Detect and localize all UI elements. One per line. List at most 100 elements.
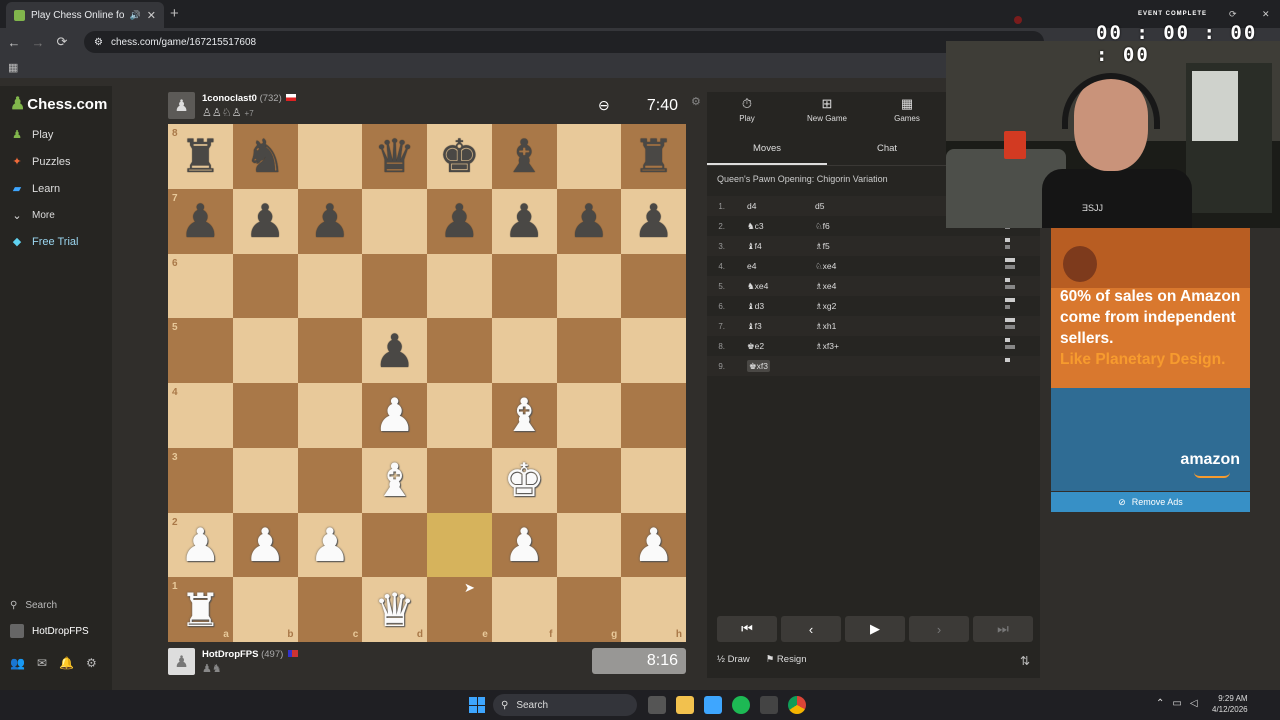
- notepad-icon[interactable]: [704, 696, 722, 714]
- square-d3[interactable]: ♝: [362, 447, 427, 513]
- hud-icon[interactable]: [760, 696, 778, 714]
- square-b5[interactable]: [232, 318, 298, 383]
- square-f7[interactable]: ♟: [491, 188, 557, 254]
- square-h5[interactable]: [621, 318, 686, 383]
- first-move-button[interactable]: ⏮: [717, 616, 777, 642]
- player-name[interactable]: HotDropFPS: [202, 649, 258, 660]
- square-f2[interactable]: ♟: [491, 512, 557, 578]
- square-a7[interactable]: 7 ♟: [168, 188, 233, 254]
- url-field[interactable]: ⚙ chess.com/game/167215517608: [84, 31, 1044, 53]
- tab-close-icon[interactable]: ✕: [147, 9, 156, 22]
- white-rook-icon[interactable]: ♜: [168, 577, 233, 642]
- black-queen-icon[interactable]: ♛: [362, 124, 427, 189]
- square-c7[interactable]: ♟: [297, 188, 363, 254]
- square-f1[interactable]: f: [491, 577, 557, 642]
- tab-games[interactable]: ▦ Games: [867, 92, 947, 130]
- square-b6[interactable]: [232, 253, 298, 319]
- previous-move-button[interactable]: ‹: [781, 616, 841, 642]
- square-a6[interactable]: 6: [168, 253, 233, 319]
- friends-icon[interactable]: 👥: [10, 656, 25, 670]
- taskbar-search[interactable]: ⚲ Search: [493, 694, 637, 716]
- task-view-icon[interactable]: [648, 696, 666, 714]
- square-h7[interactable]: ♟: [621, 188, 686, 254]
- black-move[interactable]: ♘xe4: [795, 261, 875, 272]
- black-bishop-icon[interactable]: ♝: [492, 124, 557, 189]
- square-e6[interactable]: [427, 253, 492, 319]
- square-h1[interactable]: h: [621, 577, 686, 642]
- black-move[interactable]: ♗xe4: [795, 281, 875, 292]
- square-d4[interactable]: ♟: [362, 383, 427, 448]
- square-e8[interactable]: ♚: [427, 124, 492, 189]
- square-c6[interactable]: [297, 253, 363, 319]
- chevron-up-icon[interactable]: ⌃: [1156, 698, 1164, 709]
- windows-start-icon[interactable]: [469, 697, 485, 713]
- square-g5[interactable]: [556, 318, 622, 383]
- black-pawn-icon[interactable]: ♟: [492, 189, 557, 254]
- black-pawn-icon[interactable]: ♟: [427, 189, 492, 254]
- square-b3[interactable]: [232, 447, 298, 513]
- black-rook-icon[interactable]: ♜: [168, 124, 233, 189]
- white-queen-icon[interactable]: ♛: [362, 577, 427, 642]
- black-move[interactable]: d5: [795, 201, 875, 211]
- white-move[interactable]: ♞xe4: [733, 281, 795, 292]
- square-c8[interactable]: [297, 124, 363, 189]
- square-a8[interactable]: 8 ♜: [168, 124, 233, 189]
- white-move[interactable]: ♝d3: [733, 301, 795, 312]
- square-b4[interactable]: [232, 383, 298, 448]
- square-a5[interactable]: 5: [168, 318, 233, 383]
- white-pawn-icon[interactable]: ♟: [168, 513, 233, 578]
- volume-icon[interactable]: ◁: [1190, 698, 1198, 709]
- back-button[interactable]: ←: [2, 35, 26, 50]
- white-pawn-icon[interactable]: ♟: [621, 513, 686, 578]
- black-rook-icon[interactable]: ♜: [621, 124, 686, 189]
- play-moves-button[interactable]: ▶: [845, 616, 905, 642]
- black-pawn-icon[interactable]: ♟: [557, 189, 622, 254]
- file-explorer-icon[interactable]: [676, 696, 694, 714]
- square-c4[interactable]: [297, 383, 363, 448]
- sidebar-item-free-trial[interactable]: ◆ Free Trial: [10, 235, 79, 249]
- sidebar-item-play[interactable]: ♟ Play: [10, 128, 53, 142]
- network-icon[interactable]: ▭: [1172, 698, 1181, 709]
- flip-board-icon[interactable]: ⇅: [1020, 654, 1030, 668]
- black-pawn-icon[interactable]: ♟: [298, 189, 363, 254]
- chess-logo[interactable]: ♟ Chess.com: [10, 94, 107, 114]
- site-info-icon[interactable]: ⚙: [94, 37, 103, 48]
- black-move[interactable]: ♗xg2: [795, 301, 875, 312]
- square-b8[interactable]: ♞: [232, 124, 298, 189]
- board-settings-gear-icon[interactable]: ⚙: [691, 95, 701, 108]
- square-g3[interactable]: [556, 447, 622, 513]
- white-pawn-icon[interactable]: ♟: [492, 513, 557, 578]
- square-b1[interactable]: b: [232, 577, 298, 642]
- amazon-ad[interactable]: 60% of sales on Amazon come from indepen…: [1051, 228, 1250, 491]
- square-g1[interactable]: g: [556, 577, 622, 642]
- square-h2[interactable]: ♟: [621, 512, 686, 578]
- square-h6[interactable]: [621, 253, 686, 319]
- browser-tab[interactable]: Play Chess Online for FREE 🔊 ✕: [6, 2, 164, 28]
- square-d8[interactable]: ♛: [362, 124, 427, 189]
- square-a1[interactable]: 1 a ♜: [168, 577, 233, 642]
- square-d1[interactable]: d ♛: [362, 577, 427, 642]
- white-move[interactable]: ♚xf3: [733, 359, 795, 372]
- square-a4[interactable]: 4: [168, 383, 233, 448]
- black-king-icon[interactable]: ♚: [427, 124, 492, 189]
- opponent-avatar[interactable]: ♟: [168, 92, 195, 119]
- white-pawn-icon[interactable]: ♟: [233, 513, 298, 578]
- white-pawn-icon[interactable]: ♟: [362, 383, 427, 448]
- square-d7[interactable]: [362, 188, 427, 254]
- square-d2[interactable]: [362, 512, 427, 578]
- new-tab-button[interactable]: +: [170, 5, 179, 22]
- white-move[interactable]: ♞c3: [733, 221, 795, 232]
- black-move[interactable]: ♘f6: [795, 221, 875, 232]
- tab-chat[interactable]: Chat: [827, 136, 947, 165]
- opening-name[interactable]: Queen's Pawn Opening: Chigorin Variation: [717, 174, 888, 184]
- square-g8[interactable]: [556, 124, 622, 189]
- white-move[interactable]: ♝f3: [733, 321, 795, 332]
- bell-icon[interactable]: 🔔: [59, 656, 74, 670]
- apps-grid-icon[interactable]: ▦: [8, 61, 18, 74]
- square-b2[interactable]: ♟: [232, 512, 298, 578]
- square-c2[interactable]: ♟: [297, 512, 363, 578]
- forward-button[interactable]: →: [26, 35, 50, 50]
- white-pawn-icon[interactable]: ♟: [298, 513, 363, 578]
- square-f8[interactable]: ♝: [491, 124, 557, 189]
- square-d5[interactable]: ♟: [362, 318, 427, 383]
